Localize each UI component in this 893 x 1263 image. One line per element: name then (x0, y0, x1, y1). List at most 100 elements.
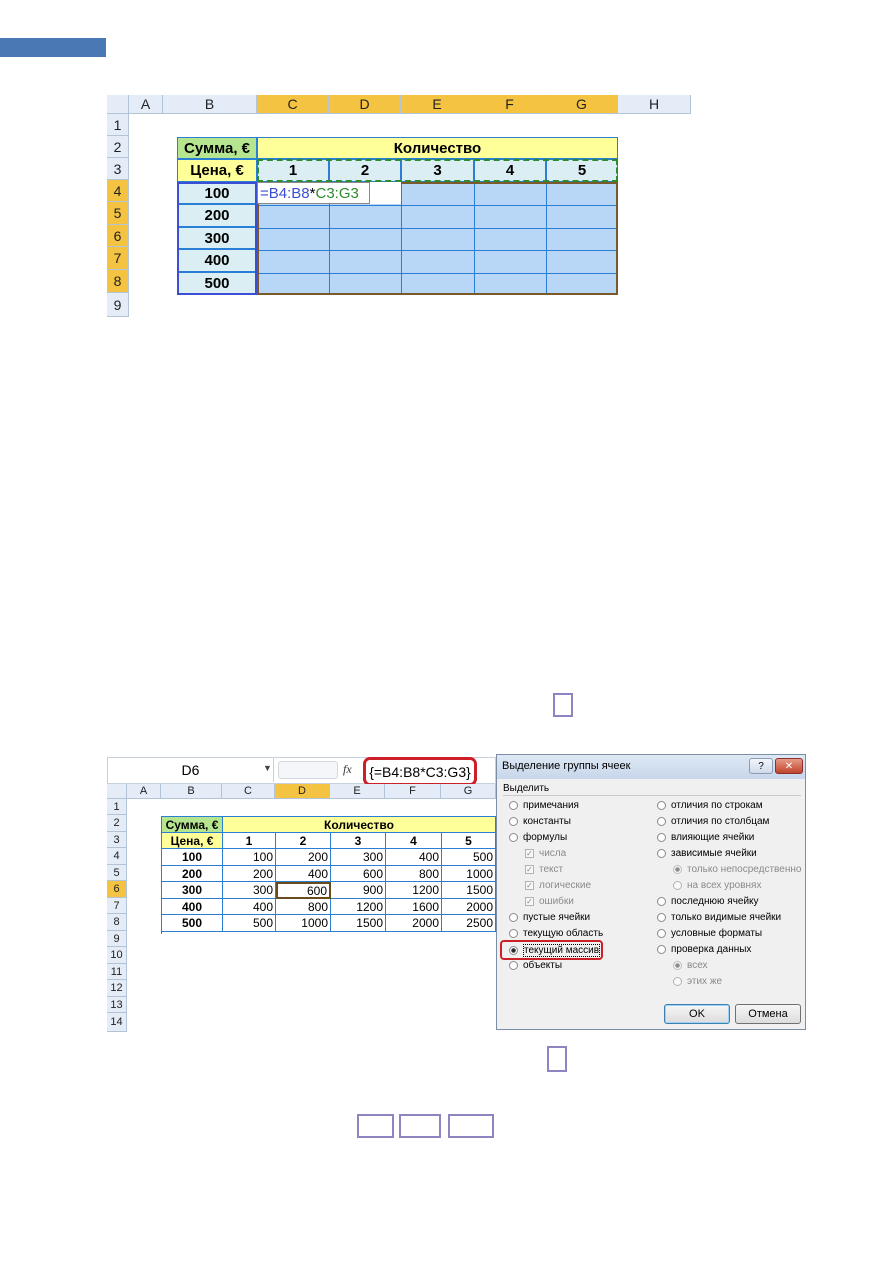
option-precedents[interactable]: влияющие ячейки (657, 832, 754, 843)
fx-icon[interactable]: fx (343, 762, 357, 778)
row-header-1[interactable]: 1 (107, 799, 127, 815)
formula-edit-cell[interactable]: = B4:B8 * C3:G3 (257, 182, 370, 204)
result-cell[interactable]: 900 (331, 882, 386, 899)
option-row-differences[interactable]: отличия по строкам (657, 800, 763, 811)
option-formulas[interactable]: формулы (509, 832, 567, 843)
sum-header-cell[interactable]: Сумма, € (177, 137, 257, 159)
price-cell[interactable]: 200 (162, 866, 223, 882)
row-header-9[interactable]: 9 (107, 293, 129, 317)
row-header-12[interactable]: 12 (107, 980, 127, 997)
option-all-levels[interactable]: на всех уровнях (673, 880, 761, 891)
result-cell[interactable]: 1200 (386, 882, 442, 899)
result-cell[interactable]: 500 (223, 915, 276, 932)
result-cell[interactable]: 1000 (442, 866, 496, 882)
sum-header-cell[interactable]: Сумма, € (162, 817, 223, 833)
row-header-2[interactable]: 2 (107, 815, 127, 832)
col-header-a[interactable]: A (127, 784, 161, 799)
select-all-corner[interactable] (107, 784, 127, 799)
option-current-region[interactable]: текущую область (509, 928, 603, 939)
col-header-b[interactable]: B (163, 95, 257, 114)
row-header-9[interactable]: 9 (107, 931, 127, 947)
result-cell[interactable]: 300 (223, 882, 276, 899)
quantity-cell[interactable]: 1 (223, 833, 276, 849)
option-blanks[interactable]: пустые ячейки (509, 912, 590, 923)
result-cell[interactable]: 400 (276, 866, 331, 882)
option-visible-cells[interactable]: только видимые ячейки (657, 912, 781, 923)
row-header-5[interactable]: 5 (107, 865, 127, 881)
result-cell[interactable]: 1500 (331, 915, 386, 932)
quantity-cell[interactable]: 5 (442, 833, 496, 849)
result-cell[interactable]: 200 (223, 866, 276, 882)
cancel-button[interactable]: Отмена (735, 1004, 801, 1024)
result-cell[interactable]: 2500 (442, 915, 496, 932)
row-header-2[interactable]: 2 (107, 136, 129, 158)
quantity-header-cell[interactable]: Количество (223, 817, 496, 833)
row-header-11[interactable]: 11 (107, 964, 127, 980)
result-cell[interactable]: 1600 (386, 899, 442, 915)
col-header-b[interactable]: B (161, 784, 222, 799)
option-data-validation[interactable]: проверка данных (657, 944, 751, 955)
active-cell-d6[interactable]: 600 (276, 882, 331, 899)
row-header-7[interactable]: 7 (107, 247, 129, 270)
result-cell[interactable]: 800 (386, 866, 442, 882)
result-cell[interactable]: 1500 (442, 882, 496, 899)
price-cell[interactable]: 500 (162, 915, 223, 932)
col-header-c[interactable]: C (257, 95, 329, 114)
row-header-1[interactable]: 1 (107, 114, 129, 136)
result-cell[interactable]: 600 (331, 866, 386, 882)
formula-bar-resize-handle[interactable] (278, 761, 338, 779)
col-header-g[interactable]: G (546, 95, 618, 114)
check-text[interactable]: ✓ текст (525, 864, 563, 875)
row-header-4[interactable]: 4 (107, 180, 129, 202)
col-header-c[interactable]: C (222, 784, 275, 799)
result-cell[interactable]: 800 (276, 899, 331, 915)
name-box-dropdown-icon[interactable]: ▼ (263, 763, 272, 777)
price-cell[interactable]: 100 (162, 849, 223, 866)
check-errors[interactable]: ✓ ошибки (525, 896, 574, 907)
row-header-14[interactable]: 14 (107, 1013, 127, 1032)
check-numbers[interactable]: ✓ числа (525, 848, 566, 859)
option-comments[interactable]: примечания (509, 800, 579, 811)
col-header-e[interactable]: E (401, 95, 474, 114)
option-current-array[interactable]: текущий массив (509, 944, 601, 957)
col-header-d[interactable]: D (329, 95, 401, 114)
col-header-h[interactable]: H (618, 95, 691, 114)
option-objects[interactable]: объекты (509, 960, 562, 971)
option-column-differences[interactable]: отличия по столбцам (657, 816, 769, 827)
help-button[interactable]: ? (749, 758, 773, 774)
row-header-5[interactable]: 5 (107, 202, 129, 225)
close-button[interactable]: ✕ (775, 758, 803, 774)
quantity-cell[interactable]: 2 (276, 833, 331, 849)
col-header-f[interactable]: F (385, 784, 441, 799)
price-cell[interactable]: 300 (162, 882, 223, 899)
row-header-7[interactable]: 7 (107, 898, 127, 914)
col-header-e[interactable]: E (330, 784, 385, 799)
option-direct-only[interactable]: только непосредственно (673, 864, 801, 875)
option-validation-same[interactable]: этих же (673, 976, 722, 987)
name-box[interactable]: D6 (108, 758, 274, 782)
quantity-cell[interactable]: 3 (331, 833, 386, 849)
col-header-a[interactable]: A (129, 95, 163, 114)
price-cell[interactable]: 400 (162, 899, 223, 915)
quantity-cell[interactable]: 4 (386, 833, 442, 849)
formula-content-highlighted[interactable]: {=B4:B8*C3:G3} (363, 757, 477, 786)
col-header-d[interactable]: D (275, 784, 330, 799)
option-constants[interactable]: константы (509, 816, 571, 827)
row-header-3[interactable]: 3 (107, 158, 129, 180)
quantity-header-cell[interactable]: Количество (257, 137, 618, 159)
row-header-13[interactable]: 13 (107, 997, 127, 1013)
result-cell[interactable]: 100 (223, 849, 276, 866)
row-header-6[interactable]: 6 (107, 225, 129, 247)
result-cell[interactable]: 1000 (276, 915, 331, 932)
option-last-cell[interactable]: последнюю ячейку (657, 896, 759, 907)
option-validation-all[interactable]: всех (673, 960, 708, 971)
col-header-g[interactable]: G (441, 784, 496, 799)
row-header-3[interactable]: 3 (107, 832, 127, 848)
row-header-4[interactable]: 4 (107, 848, 127, 865)
result-cell[interactable]: 2000 (386, 915, 442, 932)
col-header-f[interactable]: F (474, 95, 546, 114)
select-all-corner[interactable] (107, 95, 129, 114)
row-header-6[interactable]: 6 (107, 881, 127, 898)
result-cell[interactable]: 400 (386, 849, 442, 866)
row-header-10[interactable]: 10 (107, 947, 127, 964)
